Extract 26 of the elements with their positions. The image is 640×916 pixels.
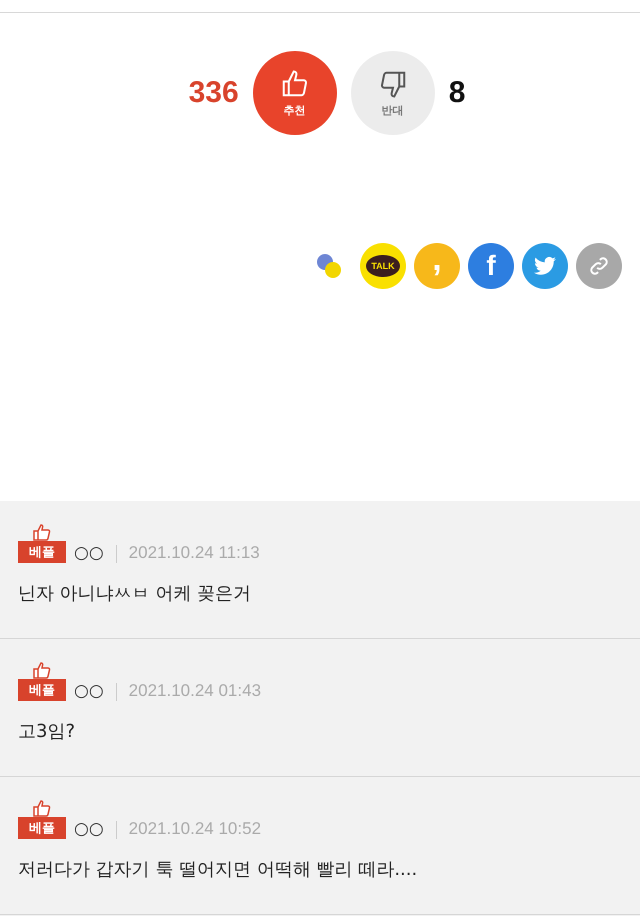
facebook-share-button[interactable]: f — [468, 243, 514, 289]
comment-date: 2021.10.24 11:13 — [128, 543, 260, 563]
downvote-button[interactable]: 반대 — [350, 51, 435, 135]
comment-text: 닌자 아니냐ㅆㅂ 어케 꽂은거 — [18, 582, 252, 605]
best-comment-badge: 베플 — [18, 817, 66, 839]
talk-share-button[interactable]: TALK — [360, 243, 406, 289]
thumbs-up-icon — [32, 799, 52, 817]
thumbs-up-icon — [32, 523, 52, 541]
upvote-count: 336 — [188, 76, 239, 110]
comment-date: 2021.10.24 10:52 — [128, 819, 262, 839]
comment-author: ○○ — [74, 543, 104, 563]
twitter-share-button[interactable] — [522, 243, 568, 289]
bird-icon — [534, 256, 556, 276]
link-share-button[interactable] — [576, 243, 622, 289]
comment-date: 2021.10.24 01:43 — [128, 681, 262, 701]
comment-text: 고3임? — [18, 720, 76, 743]
upvote-button[interactable]: 추천 — [252, 51, 337, 135]
comment-text: 저러다가 갑자기 툭 떨어지면 어떡해 빨리 떼라.... — [18, 858, 418, 881]
downvote-count: 8 — [448, 76, 466, 110]
best-comment-badge: 베플 — [18, 679, 66, 701]
comment-author: ○○ — [74, 819, 104, 839]
thumbs-up-icon — [32, 661, 52, 679]
comment-author: ○○ — [74, 681, 104, 701]
best-comment-badge: 베플 — [18, 541, 66, 563]
link-icon — [588, 255, 610, 277]
overlapping-circles-icon — [315, 252, 343, 280]
